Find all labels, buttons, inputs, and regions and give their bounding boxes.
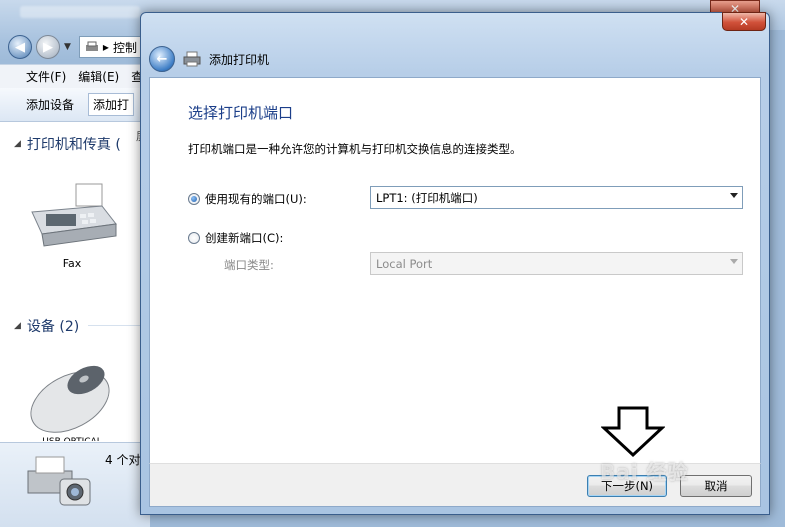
existing-port-dropdown[interactable]: LPT1: (打印机端口) (370, 186, 743, 209)
dialog-back-button[interactable]: ← (149, 46, 175, 72)
use-existing-port-radio[interactable] (188, 193, 200, 205)
dropdown-arrow-icon (730, 259, 738, 264)
port-type-label: 端口类型: (224, 258, 274, 272)
add-device-button[interactable]: 添加设备 (26, 96, 74, 113)
use-existing-port-option[interactable]: 使用现有的端口(U): (188, 191, 307, 207)
mouse-label: USB OPTICAL (22, 437, 122, 441)
page-description: 打印机端口是一种允许您的计算机与打印机交换信息的连接类型。 (188, 142, 522, 156)
create-new-port-option[interactable]: 创建新端口(C): (188, 230, 283, 246)
menu-file[interactable]: 文件(F) (26, 68, 66, 85)
printers-group-header[interactable]: ◢ 打印机和传真 ( (14, 134, 121, 154)
dialog-title: 添加打印机 (209, 52, 270, 67)
annotation-down-arrow-icon (601, 406, 665, 458)
background-toolbar: 添加设备 添加打 (0, 88, 150, 122)
dropdown-arrow-icon (730, 193, 738, 198)
close-icon: ✕ (738, 14, 750, 29)
create-new-port-radio[interactable] (188, 232, 200, 244)
history-dropdown-icon[interactable]: ▼ (64, 42, 71, 52)
existing-port-value: LPT1: (打印机端口) (376, 190, 478, 205)
add-printer-button[interactable]: 添加打 (88, 93, 135, 116)
back-arrow-icon: ← (156, 51, 168, 67)
back-button[interactable]: ◀ (8, 35, 32, 59)
collapse-icon: ◢ (14, 139, 21, 149)
background-right-frame (768, 30, 785, 527)
create-new-port-label: 创建新端口(C): (205, 231, 284, 245)
fax-icon (31, 183, 117, 247)
watermark: Bai 经验 (600, 460, 689, 484)
page-heading: 选择打印机端口 (188, 104, 294, 122)
devices-group-header[interactable]: ◢ 设备 (2) (14, 316, 79, 336)
add-printer-dialog: ✕ ← 添加打印机 选择打印机端口 打印机端口是一种允许您的计算机与打印机交换信… (140, 12, 770, 515)
background-nav: ◀ ▶ ▼ ▸ 控制 (8, 34, 149, 60)
forward-button[interactable]: ▶ (36, 35, 60, 59)
mouse-icon (30, 365, 110, 433)
mouse-device[interactable]: USB OPTICAL (22, 362, 122, 441)
back-arrow-icon: ◀ (15, 39, 25, 55)
status-text: 4 个对 (105, 453, 141, 467)
address-text: 控制 (112, 40, 137, 55)
fax-device[interactable]: Fax (22, 180, 122, 270)
collapse-icon: ◢ (14, 321, 21, 331)
printer-camera-icon (27, 456, 91, 506)
fax-label: Fax (62, 257, 82, 270)
printer-icon (85, 41, 98, 51)
printer-icon (183, 51, 201, 67)
port-type-value: Local Port (376, 256, 433, 271)
background-menubar: 文件(F) 编辑(E) 查 (0, 64, 150, 88)
port-type-dropdown: Local Port (370, 252, 743, 275)
menu-edit[interactable]: 编辑(E) (78, 68, 119, 85)
address-bar[interactable]: ▸ 控制 (78, 36, 149, 58)
cancel-button[interactable]: 取消 (680, 475, 752, 497)
breadcrumb-chevron-icon: ▸ (102, 40, 109, 54)
dialog-body: 选择打印机端口 打印机端口是一种允许您的计算机与打印机交换信息的连接类型。 使用… (149, 77, 761, 463)
forward-arrow-icon: ▶ (43, 39, 53, 55)
dialog-close-button[interactable]: ✕ (722, 12, 766, 31)
use-existing-port-label: 使用现有的端口(U): (205, 192, 307, 206)
dialog-header: ← 添加打印机 (149, 46, 269, 72)
background-title-blur (20, 6, 140, 18)
background-statusbar: 4 个对 (0, 442, 150, 527)
